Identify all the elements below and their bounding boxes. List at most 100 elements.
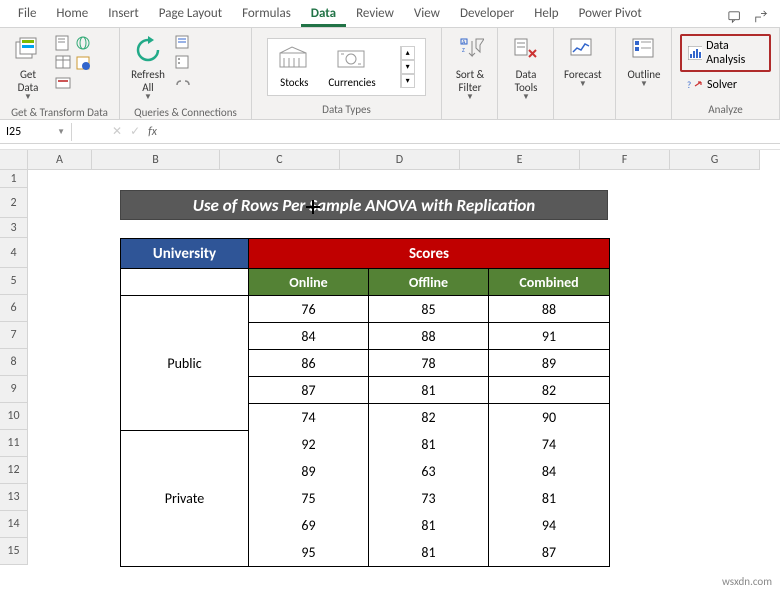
row-head-10[interactable]: 10 [0,403,28,430]
get-data-button[interactable]: Get Data ▼ [6,32,50,104]
row-head-7[interactable]: 7 [0,322,28,349]
col-head-A[interactable]: A [28,150,92,170]
cell[interactable]: 74 [249,404,369,431]
data-analysis-icon [688,46,702,60]
tab-developer[interactable]: Developer [450,1,524,27]
comments-icon[interactable] [724,7,746,27]
row-head-13[interactable]: 13 [0,484,28,511]
gallery-up[interactable]: ▴ [401,46,415,60]
stocks-type[interactable]: Stocks [278,45,310,89]
cell[interactable]: 90 [489,404,609,431]
cell[interactable]: 81 [369,377,489,404]
name-box[interactable]: I25▼ [0,123,72,141]
queries-conn-icon[interactable] [174,34,192,52]
cell[interactable]: 88 [489,296,609,323]
data-tools-button[interactable]: Data Tools▼ [504,32,548,104]
edit-links-icon[interactable] [174,74,192,92]
share-icon[interactable] [750,7,772,27]
cell[interactable]: 95 [249,539,369,566]
row-head-12[interactable]: 12 [0,457,28,484]
cell[interactable]: 84 [249,323,369,350]
row-head-8[interactable]: 8 [0,349,28,376]
from-web-icon[interactable] [74,34,92,52]
select-all-corner[interactable] [0,150,28,170]
col-head-G[interactable]: G [670,150,760,170]
row-head-14[interactable]: 14 [0,511,28,538]
cell[interactable]: 86 [249,350,369,377]
tab-data[interactable]: Data [301,1,346,27]
cell[interactable]: 75 [249,485,369,512]
cell[interactable]: 89 [249,458,369,485]
cell[interactable]: 84 [489,458,609,485]
cell[interactable]: 73 [369,485,489,512]
sort-filter-button[interactable]: AZ Sort & Filter▼ [448,32,492,104]
cell[interactable]: 87 [249,377,369,404]
cell[interactable]: 63 [369,458,489,485]
tab-review[interactable]: Review [346,1,404,27]
col-head-D[interactable]: D [340,150,460,170]
cell[interactable]: 81 [369,512,489,539]
tab-view[interactable]: View [404,1,450,27]
cell[interactable]: 82 [369,404,489,431]
row-head-11[interactable]: 11 [0,430,28,457]
data-types-gallery[interactable]: Stocks Currencies ▴ ▾ ▾ [267,38,425,96]
col-head-F[interactable]: F [580,150,670,170]
data-table: University Scores Online Offline Combine… [120,238,610,567]
row-head-5[interactable]: 5 [0,268,28,295]
row-head-6[interactable]: 6 [0,295,28,322]
formula-input[interactable] [165,123,780,141]
cell[interactable]: 81 [369,431,489,458]
tab-insert[interactable]: Insert [98,1,149,27]
cell[interactable]: 82 [489,377,609,404]
svg-text:?: ? [687,80,691,91]
row-head-9[interactable]: 9 [0,376,28,403]
col-head-E[interactable]: E [460,150,580,170]
row-head-15[interactable]: 15 [0,538,28,565]
solver-button[interactable]: ? Solver [680,74,771,96]
cell[interactable]: 81 [369,539,489,566]
col-head-C[interactable]: C [220,150,340,170]
cell[interactable]: 74 [489,431,609,458]
outline-button[interactable]: Outline▼ [622,32,666,91]
cell[interactable]: 81 [489,485,609,512]
sub-header-online: Online [249,269,369,296]
header-university: University [121,239,249,269]
cell[interactable]: 88 [369,323,489,350]
cell[interactable]: 85 [369,296,489,323]
cell[interactable]: 69 [249,512,369,539]
cell[interactable]: 76 [249,296,369,323]
tab-page-layout[interactable]: Page Layout [149,1,232,27]
row-head-1[interactable]: 1 [0,170,28,188]
from-text-icon[interactable] [54,34,72,52]
gallery-down[interactable]: ▾ [401,60,415,74]
cell[interactable]: 91 [489,323,609,350]
data-analysis-button[interactable]: Data Analysis [680,34,771,72]
existing-conn-icon[interactable] [54,74,72,92]
row-head-4[interactable]: 4 [0,238,28,268]
forecast-button[interactable]: Forecast▼ [560,32,606,91]
tab-file[interactable]: File [8,1,46,27]
currencies-type[interactable]: Currencies [328,45,375,89]
group-label-get-transform: Get & Transform Data [6,104,113,122]
header-scores: Scores [249,239,609,269]
cell[interactable]: 92 [249,431,369,458]
col-head-B[interactable]: B [92,150,220,170]
cell[interactable]: 78 [369,350,489,377]
cell[interactable]: 94 [489,512,609,539]
from-table-icon[interactable] [54,54,72,72]
row-head-2[interactable]: 2 [0,188,28,218]
tab-help[interactable]: Help [524,1,568,27]
cell[interactable]: 89 [489,350,609,377]
tab-power-pivot[interactable]: Power Pivot [569,1,652,27]
tab-formulas[interactable]: Formulas [232,1,301,27]
svg-text:A: A [462,38,466,46]
refresh-all-button[interactable]: Refresh All ▼ [126,32,170,104]
gallery-more[interactable]: ▾ [401,74,415,88]
properties-icon[interactable] [174,54,192,72]
fx-icon[interactable]: fx [148,125,157,139]
tab-home[interactable]: Home [46,1,98,27]
recent-sources-icon[interactable] [74,54,92,72]
spreadsheet-grid[interactable]: A B C D E F G 123456789101112131415 Use … [0,150,780,565]
row-head-3[interactable]: 3 [0,218,28,238]
cell[interactable]: 87 [489,539,609,566]
